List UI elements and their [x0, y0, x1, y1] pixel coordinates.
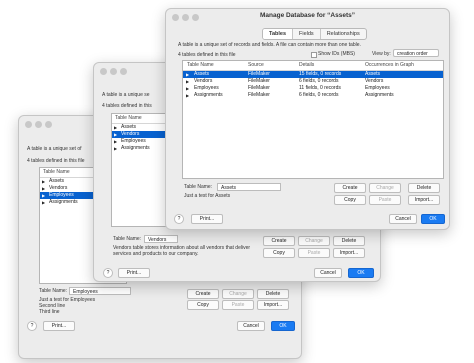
expand-triangle-icon[interactable]: ▶: [42, 178, 45, 185]
print-button[interactable]: Print...: [43, 321, 75, 331]
import-button[interactable]: Import...: [333, 248, 365, 258]
expand-triangle-icon[interactable]: ▶: [186, 92, 189, 99]
zoom-window-icon[interactable]: [45, 121, 52, 128]
window-title: Manage Database for “Assets”: [259, 12, 355, 19]
close-window-icon[interactable]: [25, 121, 32, 128]
description-text: A table is a unique set of: [27, 146, 82, 152]
view-by-select[interactable]: creation order: [393, 49, 439, 57]
import-button[interactable]: Import...: [257, 300, 289, 310]
import-button[interactable]: Import...: [408, 195, 440, 205]
expand-triangle-icon[interactable]: ▶: [42, 192, 45, 199]
description-text: A table is a unique se: [102, 92, 150, 98]
paste-button[interactable]: Paste: [298, 248, 330, 258]
column-header-details[interactable]: Details: [299, 62, 314, 68]
table-name-field[interactable]: Vendors: [144, 235, 178, 243]
table-count: 4 tables defined in this file: [178, 52, 236, 58]
comment-text: Just a test for Assets: [184, 193, 231, 199]
delete-button[interactable]: Delete: [408, 183, 440, 193]
table-name-field[interactable]: Assets: [217, 183, 281, 191]
ok-button[interactable]: OK: [421, 214, 445, 224]
tables-table[interactable]: Table Name Source Details Occurrences in…: [182, 60, 444, 179]
close-window-icon[interactable]: [100, 68, 107, 75]
table-name-field[interactable]: Employees: [69, 287, 131, 295]
help-button[interactable]: ?: [27, 321, 37, 331]
copy-button[interactable]: Copy: [263, 248, 295, 258]
table-name-label: Table Name:: [113, 236, 142, 242]
expand-triangle-icon[interactable]: ▶: [114, 131, 117, 138]
show-ids-label: Show IDs (MBS): [318, 51, 355, 57]
delete-button[interactable]: Delete: [333, 236, 365, 246]
cancel-button[interactable]: Cancel: [314, 268, 342, 278]
table-row[interactable]: ▶ Assets FileMaker 15 fields, 0 records …: [183, 71, 443, 78]
create-button[interactable]: Create: [263, 236, 295, 246]
change-button[interactable]: Change: [369, 183, 401, 193]
change-button[interactable]: Change: [298, 236, 330, 246]
create-button[interactable]: Create: [334, 183, 366, 193]
table-row[interactable]: ▶ Employees FileMaker 11 fields, 0 recor…: [183, 85, 443, 92]
table-row[interactable]: ▶ Assets: [112, 124, 168, 131]
paste-button[interactable]: Paste: [222, 300, 254, 310]
help-button[interactable]: ?: [174, 214, 184, 224]
delete-button[interactable]: Delete: [257, 289, 289, 299]
cancel-button[interactable]: Cancel: [237, 321, 265, 331]
change-button[interactable]: Change: [222, 289, 254, 299]
table-name-label: Table Name:: [39, 288, 68, 294]
comment-line: Third line: [39, 309, 60, 315]
expand-triangle-icon[interactable]: ▶: [42, 199, 45, 206]
expand-triangle-icon[interactable]: ▶: [114, 124, 117, 131]
manage-database-dialog: Manage Database for “Assets” Tables Fiel…: [165, 8, 450, 230]
print-button[interactable]: Print...: [118, 268, 150, 278]
table-row[interactable]: ▶ Assignments: [112, 145, 168, 152]
ok-button[interactable]: OK: [348, 268, 374, 278]
tab-bar: Tables Fields Relationships: [262, 28, 367, 40]
tab-tables[interactable]: Tables: [263, 29, 293, 39]
column-header-source[interactable]: Source: [248, 62, 264, 68]
cancel-button[interactable]: Cancel: [389, 214, 417, 224]
expand-triangle-icon[interactable]: ▶: [186, 85, 189, 92]
show-ids-checkbox[interactable]: [311, 52, 317, 58]
print-button[interactable]: Print...: [191, 214, 223, 224]
description-text: A table is a unique set of records and f…: [178, 42, 361, 48]
table-row[interactable]: ▶ Vendors FileMaker 6 fields, 0 records …: [183, 78, 443, 85]
comment-line: services and products to our company.: [113, 251, 199, 257]
table-name-label: Table Name:: [184, 184, 213, 190]
table-header[interactable]: Table Name: [112, 114, 168, 124]
create-button[interactable]: Create: [187, 289, 219, 299]
tab-relationships[interactable]: Relationships: [319, 29, 366, 39]
minimize-window-icon[interactable]: [35, 121, 42, 128]
expand-triangle-icon[interactable]: ▶: [114, 138, 117, 145]
column-header-occurrences[interactable]: Occurrences in Graph: [365, 62, 414, 68]
expand-triangle-icon[interactable]: ▶: [186, 71, 189, 78]
view-by-label: View by:: [372, 51, 391, 57]
tab-fields[interactable]: Fields: [292, 29, 320, 39]
table-row[interactable]: ▶ Assignments FileMaker 6 fields, 0 reco…: [183, 92, 443, 99]
table-count: 4 tables defined in this: [102, 103, 152, 109]
paste-button[interactable]: Paste: [369, 195, 401, 205]
expand-triangle-icon[interactable]: ▶: [42, 185, 45, 192]
help-button[interactable]: ?: [103, 268, 113, 278]
ok-button[interactable]: OK: [271, 321, 295, 331]
tables-list[interactable]: Table Name ▶ Assets ▶ Vendors ▶ Employees ▶…: [111, 113, 169, 227]
copy-button[interactable]: Copy: [334, 195, 366, 205]
minimize-window-icon[interactable]: [110, 68, 117, 75]
table-row[interactable]: ▶ Vendors: [112, 131, 168, 138]
copy-button[interactable]: Copy: [187, 300, 219, 310]
expand-triangle-icon[interactable]: ▶: [114, 145, 117, 152]
expand-triangle-icon[interactable]: ▶: [186, 78, 189, 85]
zoom-window-icon[interactable]: [120, 68, 127, 75]
table-count: 4 tables defined in this file: [27, 158, 85, 164]
table-header: Table Name Source Details Occurrences in…: [183, 61, 443, 71]
column-header-name[interactable]: Table Name: [187, 62, 214, 68]
table-row[interactable]: ▶ Employees: [112, 138, 168, 145]
